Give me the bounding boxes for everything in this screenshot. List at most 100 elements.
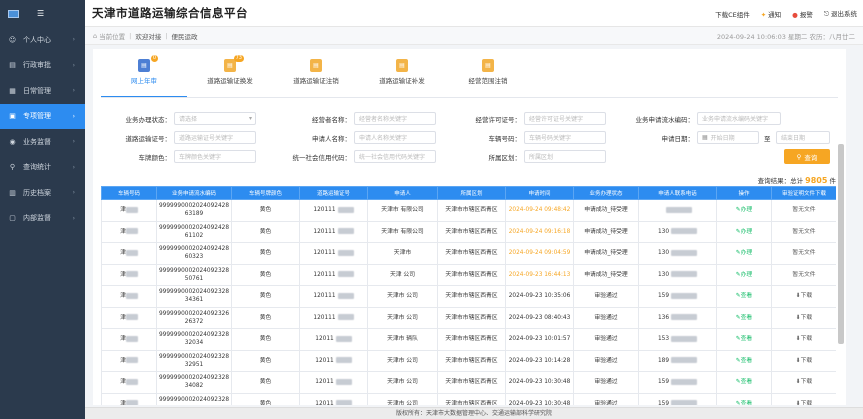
- license-input[interactable]: 经营许可证号关键字: [524, 112, 606, 125]
- logout-link[interactable]: ⎋ 退出系统: [824, 8, 857, 19]
- cell-cert: 12011: [299, 392, 368, 405]
- action-label: 查看: [740, 357, 753, 364]
- status-select[interactable]: 请选择: [174, 112, 256, 125]
- cell-district: 天津市市辖区西青区: [437, 263, 506, 286]
- handle-button[interactable]: ✎办理: [736, 229, 752, 235]
- district-input[interactable]: 所属区划: [524, 150, 606, 163]
- chevron-right-icon: ›: [72, 214, 75, 222]
- cell-time-text: 2024-09-23 10:01:57: [508, 336, 571, 343]
- notify-link[interactable]: ✦ 通知: [761, 9, 781, 19]
- sidebar-item-6[interactable]: ▥ 历史档案 ›: [0, 180, 85, 206]
- tab-2[interactable]: ▤ 道路运输证注销: [273, 59, 359, 97]
- download-button[interactable]: ⬇下载: [796, 293, 812, 299]
- tab-4[interactable]: ▤ 经营范围注销: [445, 59, 531, 97]
- operator-input[interactable]: 经营者名称关键字: [354, 112, 436, 125]
- logo: [8, 9, 19, 18]
- result-label: 查询结果：总计: [757, 177, 804, 185]
- tab-1[interactable]: ▤ 73 道路运输证换发: [187, 55, 273, 97]
- cell-cert-text: 120111: [313, 250, 336, 257]
- handle-button[interactable]: ✎办理: [736, 272, 752, 278]
- cell-plate: 津: [101, 220, 157, 243]
- cell-doc: ⬇下载: [771, 392, 836, 405]
- logout-label: 退出系统: [831, 10, 857, 18]
- redacted-mask: [335, 357, 352, 364]
- applicant-input[interactable]: 申请人名称关键字: [354, 131, 436, 144]
- serial-input[interactable]: 业务申请流水编码关键字: [697, 112, 781, 125]
- cell-phone: 159: [638, 392, 717, 405]
- download-button[interactable]: ⬇下载: [796, 401, 812, 405]
- scrollbar[interactable]: [838, 144, 844, 344]
- cell-time-text: 2024-09-24 09:16:18: [508, 228, 571, 235]
- cell-color-text: 黄色: [259, 207, 272, 214]
- download-button[interactable]: ⬇下载: [796, 358, 812, 364]
- cell-phone: 189: [638, 349, 717, 372]
- cell-cert: 12011: [299, 371, 368, 394]
- view-button[interactable]: ✎查看: [736, 315, 752, 321]
- cell-cert: 120111: [299, 242, 368, 265]
- cell-phone-text: 159: [657, 379, 670, 386]
- cell-applicant: 天津市 公司: [367, 349, 438, 372]
- cell-status: 审验通过: [573, 371, 639, 394]
- download-ce-link[interactable]: 下载CE组件: [715, 9, 750, 19]
- sidebar-item-4[interactable]: ◉ 业务监督 ›: [0, 129, 85, 155]
- cell-doc: ⬇下载: [771, 371, 836, 394]
- cell-status: 申请成功_待受理: [573, 263, 639, 286]
- sidebar-item-2[interactable]: ▦ 日常管理 ›: [0, 78, 85, 104]
- logout-icon: ⎋: [823, 10, 829, 18]
- cell-applicant: 天津市 辆队: [367, 328, 438, 351]
- sidebar-item-1[interactable]: ▤ 行政审批 ›: [0, 53, 85, 79]
- credit-input[interactable]: 统一社会信用代码关键字: [354, 150, 436, 163]
- cell-plate: 津: [101, 392, 157, 405]
- doc-label: 下载: [800, 293, 813, 300]
- color-input[interactable]: 车牌颜色关键字: [174, 150, 256, 163]
- sidebar-item-7[interactable]: ▢ 内部监督 ›: [0, 206, 85, 232]
- no-file-text: 暂无文件: [792, 207, 815, 213]
- redacted-mask: [671, 228, 698, 235]
- cell-cert: 120111: [299, 263, 368, 286]
- view-button[interactable]: ✎查看: [736, 293, 752, 299]
- view-button[interactable]: ✎查看: [736, 401, 752, 405]
- supervision-icon: ◉: [9, 137, 16, 146]
- breadcrumb-item-welcome[interactable]: 欢迎对接: [135, 31, 161, 41]
- alarm-link[interactable]: ● 报警: [792, 9, 813, 19]
- download-button[interactable]: ⬇下载: [796, 379, 812, 385]
- data-table: 车辆号码 业务申请流水编码 车辆号牌颜色 道路运输证号 申请人 所属区划 申请时间 业务办理状…: [101, 186, 836, 405]
- cell-applicant-text: 天津市 公司: [387, 379, 418, 386]
- cell-applicant: 天津市 有限公司: [367, 220, 438, 243]
- download-button[interactable]: ⬇下载: [796, 336, 812, 342]
- menu-toggle-icon[interactable]: ☰: [37, 9, 44, 18]
- cell-status: 审验通过: [573, 285, 639, 308]
- cell-district-text: 天津市市辖区西青区: [445, 207, 498, 214]
- table-row: 津 9999990002024092428 63189 黄色 120111 天津市 有限…: [101, 199, 836, 222]
- cell-district-text: 天津市市辖区西青区: [445, 271, 498, 278]
- tab-icon: ▤ 0: [138, 55, 158, 72]
- download-button[interactable]: ⬇下载: [796, 315, 812, 321]
- breadcrumb-item-service[interactable]: 便民运政: [172, 31, 198, 41]
- cell-time: 2024-09-23 10:30:48: [505, 392, 574, 405]
- sidebar-item-0[interactable]: ☺ 个人中心 ›: [0, 27, 85, 53]
- redacted-mask: [337, 271, 354, 278]
- transport-input[interactable]: 道路运输证号关键字: [174, 131, 256, 144]
- person-icon: ☺: [8, 35, 17, 44]
- cell-color: 黄色: [231, 199, 300, 222]
- sidebar-item-3[interactable]: ▣ 专项管理 ›: [0, 103, 85, 129]
- plate-input[interactable]: 车辆号码关键字: [524, 131, 606, 144]
- cell-color: 黄色: [231, 263, 300, 286]
- tab-0[interactable]: ▤ 0 网上年审: [101, 55, 187, 98]
- chevron-right-icon: ›: [72, 163, 75, 171]
- date-start-input[interactable]: ▦ 开始日期: [697, 131, 759, 144]
- tab-3[interactable]: ▤ 道路运输证补发: [359, 59, 445, 97]
- view-button[interactable]: ✎查看: [736, 379, 752, 385]
- sidebar-item-label: 历史档案: [23, 188, 51, 197]
- doc-label: 下载: [800, 400, 813, 405]
- cell-color: 黄色: [231, 392, 300, 405]
- sidebar-item-5[interactable]: ⚲ 查询统计 ›: [0, 155, 85, 181]
- view-button[interactable]: ✎查看: [736, 358, 752, 364]
- handle-button[interactable]: ✎办理: [736, 207, 752, 213]
- date-end-input[interactable]: 结束日期: [776, 131, 830, 144]
- view-button[interactable]: ✎查看: [736, 336, 752, 342]
- cell-color: 黄色: [231, 328, 300, 351]
- query-button[interactable]: ⚲ 查询: [784, 149, 830, 164]
- handle-button[interactable]: ✎办理: [736, 250, 752, 256]
- cell-time: 2024-09-23 08:40:43: [505, 306, 574, 329]
